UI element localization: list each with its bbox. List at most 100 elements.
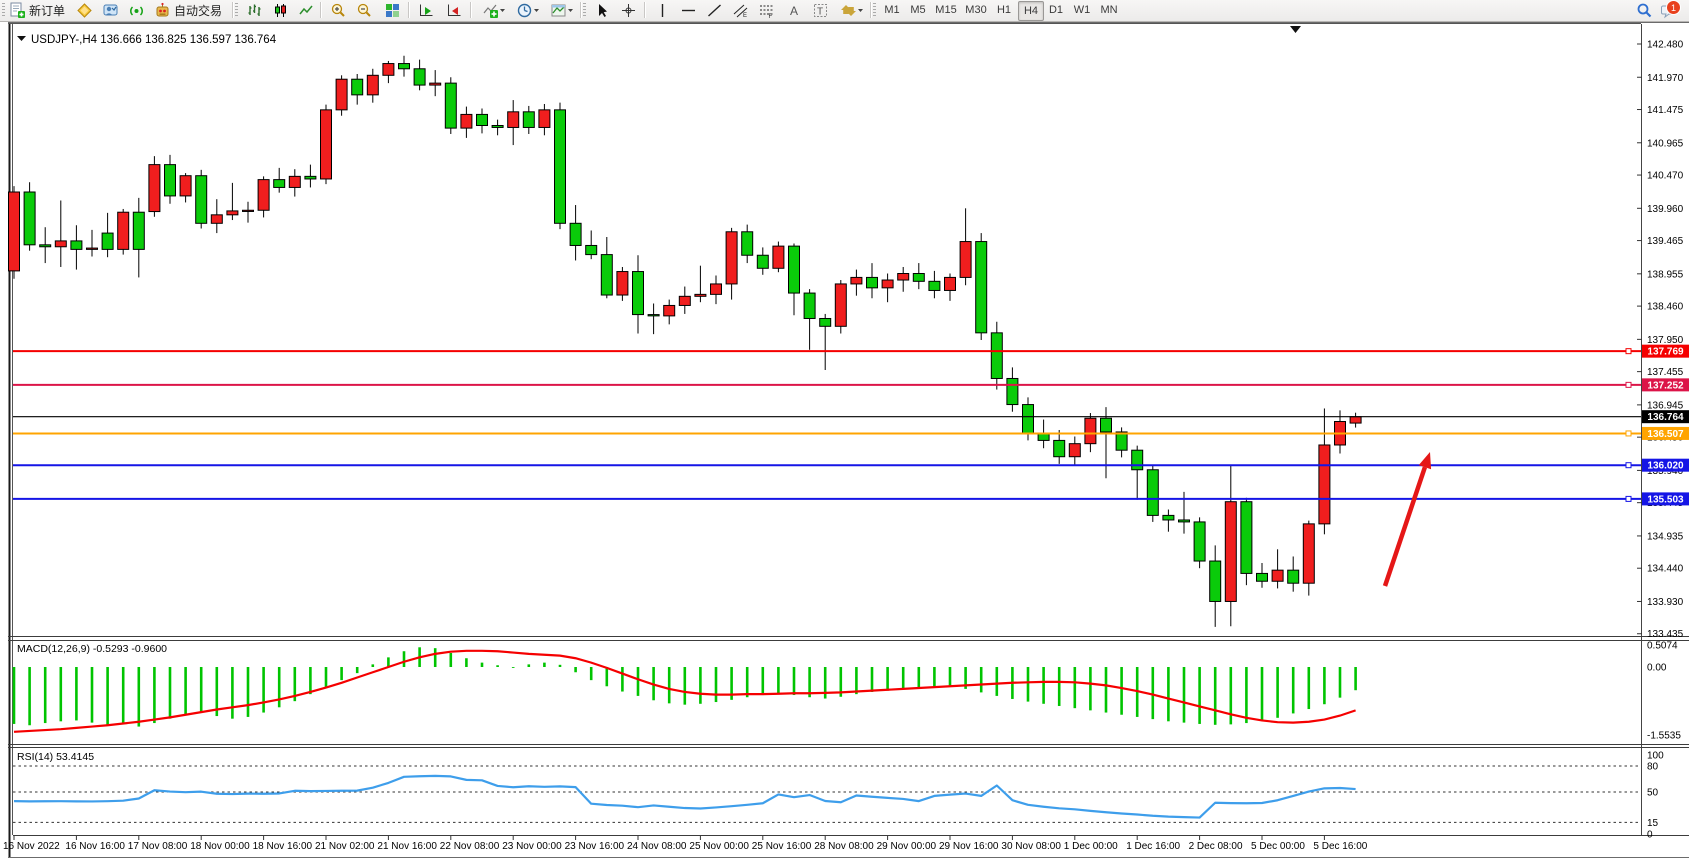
chart-canvas[interactable]: 142.480141.970141.475140.965140.470139.9… [0, 0, 1689, 859]
periods-button[interactable] [512, 1, 544, 19]
candle-body [633, 272, 644, 315]
candle-body [1054, 440, 1065, 456]
time-tick-label: 22 Nov 08:00 [440, 841, 500, 852]
chart-profiles-button[interactable] [74, 1, 95, 19]
candle-body [1116, 432, 1127, 450]
price-tick-label: 142.480 [1647, 40, 1684, 51]
bar-chart-type-button[interactable] [244, 1, 265, 19]
zoom-out-button[interactable] [354, 1, 375, 19]
hline-anchor[interactable] [1626, 431, 1631, 436]
timeframe-W1[interactable]: W1 [1070, 1, 1094, 19]
timeframe-M30[interactable]: M30 [962, 1, 990, 19]
timeframe-MN[interactable]: MN [1096, 1, 1122, 19]
candle-body [165, 165, 176, 196]
market-watch-icon [102, 2, 119, 19]
candle-body [258, 180, 269, 211]
time-tick-label: 17 Nov 08:00 [128, 841, 188, 852]
rsi-axis-label: 80 [1647, 761, 1659, 772]
price-tick-label: 133.435 [1647, 629, 1684, 640]
hline-anchor[interactable] [1626, 382, 1631, 387]
candle-body [321, 110, 332, 179]
timeframe-H4[interactable]: H4 [1018, 1, 1044, 21]
candle-body [835, 284, 846, 326]
time-tick-label: 25 Nov 16:00 [752, 841, 812, 852]
candle-body [367, 75, 378, 95]
candle-body [149, 165, 160, 212]
svg-text:T: T [817, 6, 823, 17]
zoom-in-icon [330, 2, 347, 19]
tile-windows-button[interactable] [382, 1, 403, 19]
candle-body [711, 284, 722, 294]
auto-trading-robot-icon [154, 2, 171, 19]
signal-icon [128, 2, 145, 19]
signals-button[interactable] [126, 1, 147, 19]
time-tick-label: 23 Nov 16:00 [565, 841, 625, 852]
candle-body [196, 176, 207, 224]
hline-anchor[interactable] [1626, 463, 1631, 468]
market-watch-button[interactable] [100, 1, 121, 19]
horizontal-line-tool[interactable] [678, 1, 699, 19]
candle-body [929, 281, 940, 290]
cursor-button[interactable] [592, 1, 613, 19]
trendline-tool[interactable] [704, 1, 725, 19]
text-label-tool[interactable]: T [810, 1, 831, 19]
zoom-in-button[interactable] [328, 1, 349, 19]
candle-body [773, 246, 784, 268]
arrows-icon [840, 2, 857, 19]
candle-body [1319, 445, 1330, 524]
timeframe-M15[interactable]: M15 [932, 1, 960, 19]
candle-body [695, 294, 706, 296]
chart-window-bg [0, 21, 1689, 859]
candle-body [586, 245, 597, 254]
vertical-line-tool[interactable] [652, 1, 673, 19]
arrows-tool[interactable] [836, 1, 868, 19]
price-tag-label: 136.507 [1647, 429, 1684, 440]
price-tick-label: 137.455 [1647, 367, 1684, 378]
candle-body [1194, 522, 1205, 561]
timeframe-H1[interactable]: H1 [992, 1, 1016, 19]
search-button[interactable] [1634, 1, 1655, 19]
rsi-axis-label: 50 [1647, 788, 1659, 799]
price-tick-label: 141.970 [1647, 73, 1684, 84]
timeframe-M1[interactable]: M1 [880, 1, 904, 19]
candle-body [867, 277, 878, 287]
price-tick-label: 139.960 [1647, 204, 1684, 215]
candle-body [508, 112, 519, 128]
crosshair-button[interactable] [618, 1, 639, 19]
text-a-icon: A [786, 2, 803, 19]
hline-anchor[interactable] [1626, 349, 1631, 354]
auto-scroll-button[interactable] [416, 1, 437, 19]
candle-body [414, 69, 425, 85]
fibonacci-tool[interactable]: F [756, 1, 777, 19]
candle-body [227, 211, 238, 215]
time-tick-label: 25 Nov 00:00 [689, 841, 749, 852]
notification-count-badge[interactable]: 1 [1666, 0, 1681, 15]
time-tick-label: 21 Nov 16:00 [377, 841, 437, 852]
chart-title: USDJPY-,H4 136.666 136.825 136.597 136.7… [31, 34, 277, 46]
chart-shift-icon [446, 2, 463, 19]
indicators-button[interactable] [478, 1, 510, 19]
new-order-button[interactable]: 新订单 [7, 1, 70, 19]
auto-trading-button[interactable]: 自动交易 [152, 1, 227, 19]
candle-body [960, 242, 971, 278]
candlestick-type-button[interactable] [270, 1, 291, 19]
candle-body [539, 110, 550, 128]
price-tick-label: 138.460 [1647, 302, 1684, 313]
candle-body [648, 315, 659, 316]
candle-body [757, 255, 768, 268]
clock-icon [516, 2, 533, 19]
timeframe-M5[interactable]: M5 [906, 1, 930, 19]
hline-anchor[interactable] [1626, 496, 1631, 501]
equidistant-channel-tool[interactable]: E [730, 1, 751, 19]
timeframe-D1[interactable]: D1 [1044, 1, 1068, 19]
crosshair-icon [620, 2, 637, 19]
macd-axis-label: 0.5074 [1647, 640, 1678, 651]
line-chart-type-button[interactable] [296, 1, 317, 19]
time-tick-label: 23 Nov 00:00 [502, 841, 562, 852]
text-tool[interactable]: A [784, 1, 805, 19]
new-order-icon [9, 2, 26, 19]
templates-button[interactable] [546, 1, 578, 19]
chart-shift-button[interactable] [444, 1, 465, 19]
candle-body [1350, 417, 1361, 423]
chevron-down-icon [533, 2, 540, 19]
